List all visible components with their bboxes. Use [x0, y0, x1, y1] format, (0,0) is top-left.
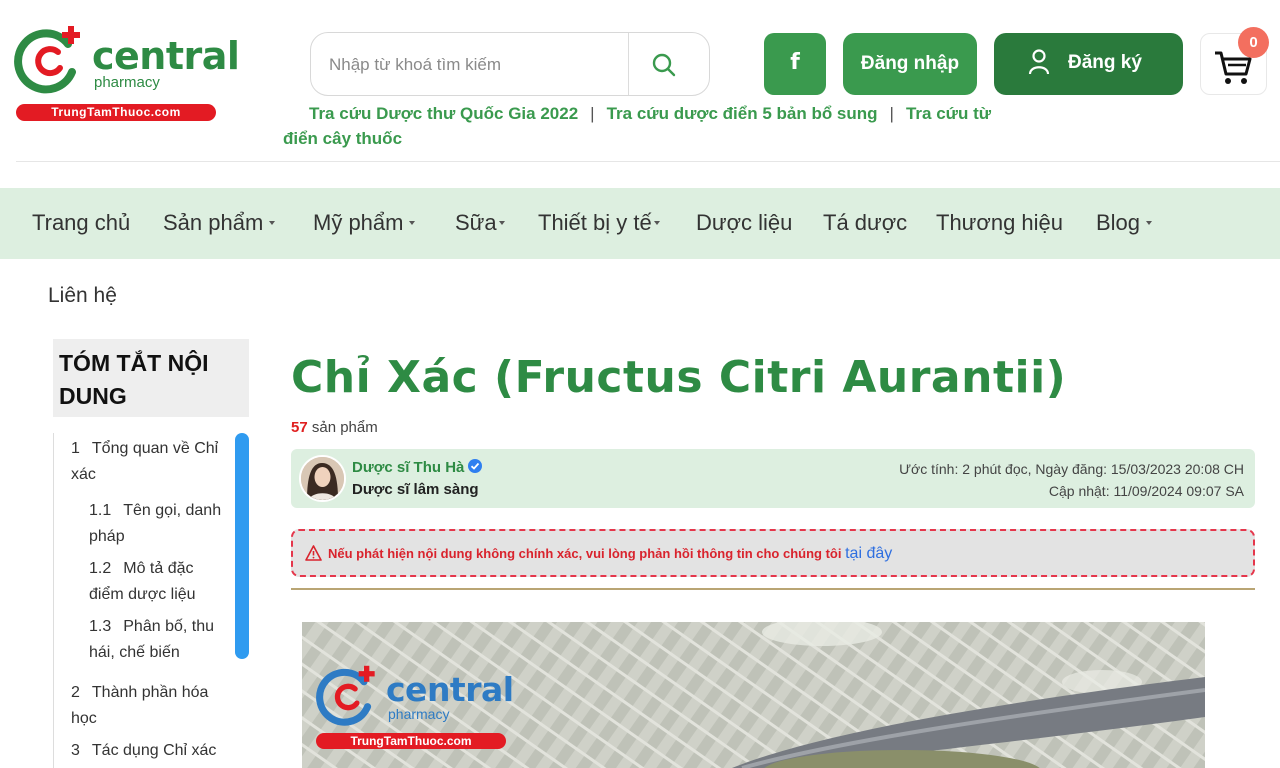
- nav-item-herbs[interactable]: Dược liệu: [696, 210, 792, 236]
- author-name[interactable]: Dược sĩ Thu Hà: [352, 459, 483, 476]
- verified-icon: [468, 459, 483, 473]
- chevron-down-icon: [409, 220, 416, 225]
- search-divider: [628, 33, 629, 95]
- article-hero-image: central pharmacy TrungTamThuoc.com: [302, 622, 1205, 768]
- quick-link-separator: |: [889, 104, 894, 123]
- author-box: Dược sĩ Thu Hà Dược sĩ lâm sàng Ước tính…: [291, 449, 1255, 508]
- header-divider: [16, 161, 1280, 162]
- toc-item[interactable]: 1.1 Tên gọi, danh pháp: [89, 498, 229, 550]
- logo-subtitle: pharmacy: [94, 74, 160, 91]
- chevron-down-icon: [269, 220, 276, 225]
- toc-item[interactable]: 1.3 Phân bố, thu hái, chế biến: [89, 614, 229, 666]
- article-published: Ước tính: 2 phút đọc, Ngày đăng: 15/03/2…: [899, 461, 1244, 477]
- toc-item[interactable]: 2 Thành phần hóa học: [71, 680, 231, 732]
- toc-scrollbar[interactable]: [235, 433, 249, 659]
- logo-mark-icon: [14, 26, 80, 94]
- feedback-warning: Nếu phát hiện nội dung không chính xác, …: [291, 529, 1255, 577]
- warning-icon: [305, 545, 322, 561]
- author-role: Dược sĩ lâm sàng: [352, 481, 479, 498]
- quick-link-duoc-thu[interactable]: Tra cứu Dược thư Quốc Gia 2022: [283, 104, 578, 123]
- nav-item-products[interactable]: Sản phẩm: [163, 210, 276, 236]
- feedback-link[interactable]: tại đây: [845, 545, 892, 562]
- quick-link-duoc-dien[interactable]: Tra cứu dược điển 5 bản bổ sung: [607, 104, 878, 123]
- article-title: Chỉ Xác (Fructus Citri Aurantii): [291, 352, 1067, 403]
- user-icon: [1028, 49, 1050, 75]
- facebook-button[interactable]: f: [764, 33, 826, 95]
- article-updated: Cập nhật: 11/09/2024 09:07 SA: [1048, 483, 1244, 499]
- nav-item-home[interactable]: Trang chủ: [32, 210, 130, 236]
- toc-list: 1 Tổng quan về Chỉ xác 1.1 Tên gọi, danh p…: [53, 433, 249, 768]
- product-count: 57 sản phẩm: [291, 419, 378, 436]
- avatar[interactable]: [299, 455, 346, 502]
- register-label: Đăng ký: [1068, 52, 1142, 73]
- quick-links: Tra cứu Dược thư Quốc Gia 2022 | Tra cứu d…: [283, 101, 1003, 151]
- article-meta: Ước tính: 2 phút đọc, Ngày đăng: 15/03/2…: [899, 458, 1244, 502]
- quick-link-separator: |: [590, 104, 595, 123]
- toc-item[interactable]: 1.2 Mô tả đặc điểm dược liệu: [89, 556, 219, 608]
- hero-watermark-logo: central pharmacy TrungTamThuoc.com: [316, 660, 516, 752]
- warning-text: Nếu phát hiện nội dung không chính xác, …: [328, 545, 893, 562]
- chevron-down-icon: [653, 220, 660, 225]
- search-input[interactable]: [329, 47, 619, 83]
- toc-title: TÓM TẮT NỘI DUNG: [59, 350, 209, 409]
- cart-count-badge: 0: [1238, 27, 1269, 58]
- breadcrumb[interactable]: Liên hệ: [48, 284, 117, 308]
- chevron-down-icon: [498, 220, 505, 225]
- chevron-down-icon: [1146, 220, 1153, 225]
- nav-item-medical-devices[interactable]: Thiết bị y tế: [538, 210, 660, 236]
- nav-item-brands[interactable]: Thương hiệu: [936, 210, 1063, 236]
- search-icon[interactable]: [651, 52, 677, 78]
- toc-item[interactable]: 3 Tác dụng Chỉ xác: [71, 738, 231, 764]
- nav-item-milk[interactable]: Sữa: [455, 210, 505, 236]
- nav-item-blog[interactable]: Blog: [1096, 210, 1153, 236]
- register-button[interactable]: Đăng ký: [994, 33, 1183, 95]
- login-button[interactable]: Đăng nhập: [843, 33, 977, 95]
- toc-item[interactable]: 1 Tổng quan về Chỉ xác: [71, 436, 231, 488]
- nav-item-excipients[interactable]: Tá dược: [823, 210, 907, 236]
- main-nav: Trang chủ Sản phẩm Mỹ phẩm Sữa Thiết bị …: [0, 188, 1280, 259]
- logo-wordmark: central: [92, 34, 240, 78]
- nav-item-cosmetics[interactable]: Mỹ phẩm: [313, 210, 416, 236]
- toc-header: TÓM TẮT NỘI DUNG: [53, 339, 249, 417]
- section-divider: [291, 588, 1255, 590]
- search-bar: [310, 32, 710, 96]
- site-logo[interactable]: central pharmacy TrungTamThuoc.com: [14, 22, 240, 124]
- logo-site-banner: TrungTamThuoc.com: [16, 104, 216, 121]
